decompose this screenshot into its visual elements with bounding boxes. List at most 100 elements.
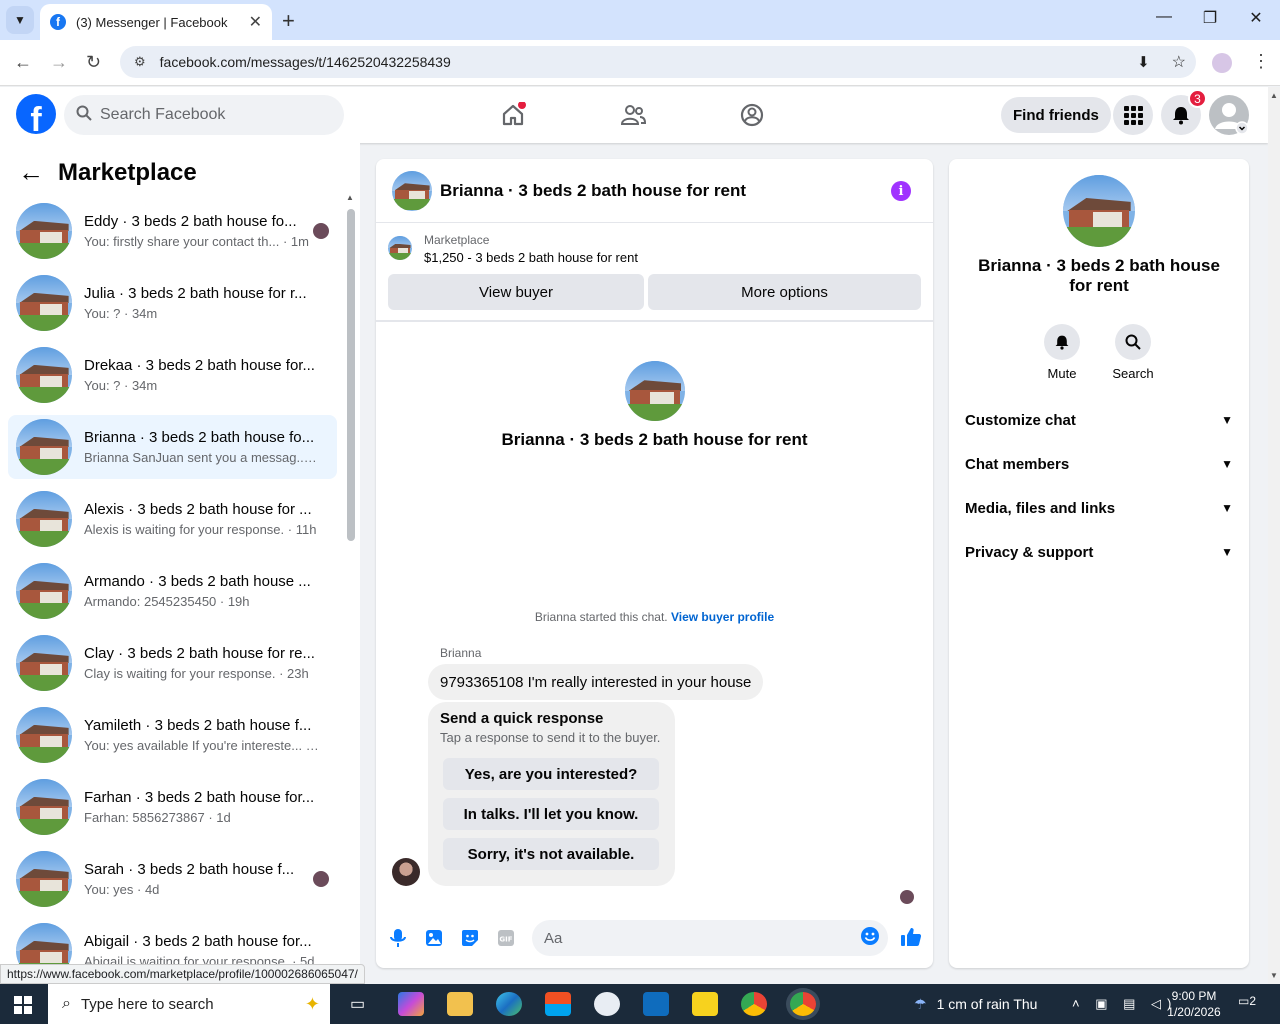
quick-response-talks-button[interactable]: In talks. I'll let you know. (443, 798, 659, 830)
gaming-icon[interactable] (736, 99, 768, 131)
chrome-active-icon[interactable] (790, 992, 816, 1016)
chat-avatar[interactable] (392, 170, 432, 211)
scroll-up-icon[interactable]: ▲ (1270, 91, 1278, 100)
microsoft-store-icon[interactable] (545, 992, 571, 1016)
conversation-item[interactable]: Alexis · 3 beds 2 bath house for ... Alex… (8, 487, 337, 551)
weather-widget[interactable]: ☂ 1 cm of rain Thu (914, 984, 1037, 1024)
listing-avatar (16, 203, 72, 259)
conversation-item[interactable]: Abigail · 3 beds 2 bath house for... Abig… (8, 919, 337, 968)
conversation-name: Farhan · 3 beds 2 bath house for... (84, 789, 315, 806)
info-icon[interactable]: i (891, 181, 911, 201)
view-buyer-button[interactable]: View buyer (388, 274, 644, 310)
listing-avatar (16, 635, 72, 691)
message-input-wrapper[interactable] (532, 920, 888, 956)
back-arrow-icon[interactable]: ← (18, 157, 44, 188)
sticky-notes-icon[interactable] (692, 992, 718, 1016)
conversation-item[interactable]: Yamileth · 3 beds 2 bath house f... You: … (8, 703, 337, 767)
scroll-down-icon[interactable]: ▼ (1270, 971, 1278, 980)
conversation-preview: You: yes · 4d (84, 882, 160, 897)
page-scrollbar[interactable]: ▲ ▼ (1268, 87, 1280, 984)
account-avatar[interactable] (1209, 95, 1249, 135)
windows-start-icon[interactable] (14, 996, 32, 1014)
forward-arrow-icon[interactable]: → (50, 52, 68, 73)
notifications-button[interactable]: 3 (1161, 89, 1207, 135)
facebook-search-input[interactable] (100, 106, 320, 124)
facebook-search[interactable] (64, 95, 344, 135)
message-bubble[interactable]: 9793365108 I'm really interested in your… (428, 664, 764, 700)
close-tab-icon[interactable]: ✕ (249, 12, 262, 32)
conversation-item[interactable]: Farhan · 3 beds 2 bath house for... Farha… (8, 775, 337, 839)
more-options-button[interactable]: More options (648, 274, 921, 310)
menu-grid-button[interactable] (1113, 95, 1153, 135)
listing-price[interactable]: $1,250 - 3 beds 2 bath house for rent (424, 250, 638, 265)
chat-title[interactable]: Brianna · 3 beds 2 bath house for rent (440, 181, 746, 201)
browser-tab[interactable]: f (3) Messenger | Facebook ✕ (40, 4, 272, 40)
conversation-name: Sarah · 3 beds 2 bath house f... (84, 861, 295, 878)
quick-response-unavailable-button[interactable]: Sorry, it's not available. (443, 838, 659, 870)
search-icon (1115, 324, 1151, 360)
profile-avatar-icon[interactable] (1212, 53, 1232, 73)
search-chat-button[interactable]: Search (1103, 324, 1163, 381)
install-app-icon[interactable]: ⬇ (1137, 53, 1150, 71)
mute-button[interactable]: Mute (1032, 324, 1092, 381)
quick-response-yes-button[interactable]: Yes, are you interested? (443, 758, 659, 790)
emoji-icon[interactable] (860, 926, 880, 951)
taskbar-search[interactable]: ⌕ Type here to search ✦ (48, 984, 330, 1024)
copilot-icon[interactable] (398, 992, 424, 1016)
restore-icon[interactable]: ❐ (1190, 8, 1230, 28)
conversation-item[interactable]: Julia · 3 beds 2 bath house for r... You:… (8, 271, 337, 335)
edge-icon[interactable] (496, 992, 522, 1016)
photo-icon[interactable] (424, 928, 444, 948)
home-icon[interactable] (497, 99, 529, 131)
find-friends-button[interactable]: Find friends (1001, 97, 1111, 133)
file-explorer-icon[interactable] (447, 992, 473, 1016)
conversation-item[interactable]: Armando · 3 beds 2 bath house ... Armando… (8, 559, 337, 623)
chat-members-section[interactable]: Chat members ▼ (965, 446, 1233, 482)
taskbar-search-placeholder: Type here to search (80, 995, 214, 1013)
thumbs-up-icon[interactable] (900, 926, 922, 948)
close-window-icon[interactable]: ✕ (1236, 8, 1276, 28)
snipping-tool-icon[interactable] (594, 992, 620, 1016)
friends-icon[interactable] (617, 99, 649, 131)
marketplace-title: ← Marketplace (18, 157, 197, 188)
privacy-support-section[interactable]: Privacy & support ▼ (965, 534, 1233, 570)
conversation-name: Julia · 3 beds 2 bath house for r... (84, 285, 307, 302)
reload-icon[interactable]: ↻ (86, 52, 101, 73)
sender-avatar[interactable] (392, 858, 420, 886)
browser-menu-icon[interactable]: ⋮ (1252, 51, 1270, 72)
conversation-item[interactable]: Sarah · 3 beds 2 bath house f... You: yes… (8, 847, 337, 911)
customize-chat-section[interactable]: Customize chat ▼ (965, 402, 1233, 438)
outlook-icon[interactable] (643, 992, 669, 1016)
notification-center-icon[interactable]: ▭2 (1238, 994, 1256, 1008)
section-label: Chat members (965, 455, 1070, 473)
tab-search-button[interactable]: ▼ (6, 6, 34, 34)
sticker-icon[interactable] (460, 928, 480, 948)
media-files-links-section[interactable]: Media, files and links ▼ (965, 490, 1233, 526)
rain-umbrella-icon: ☂ (914, 995, 927, 1012)
sidebar-scrollbar[interactable] (347, 209, 355, 541)
conversation-item[interactable]: Eddy · 3 beds 2 bath house fo... You: fir… (8, 199, 337, 263)
minimize-icon[interactable]: — (1144, 8, 1184, 26)
message-input[interactable] (544, 929, 844, 947)
conversation-preview: Brianna SanJuan sent you a messag... · 2… (84, 450, 319, 465)
back-arrow-icon[interactable]: ← (14, 52, 32, 73)
conversation-item[interactable]: Drekaa · 3 beds 2 bath house for... You: … (8, 343, 337, 407)
taskbar-clock[interactable]: 9:00 PM 1/20/2026 (1162, 988, 1226, 1020)
conversation-item[interactable]: Clay · 3 beds 2 bath house for re... Clay… (8, 631, 337, 695)
facebook-favicon-icon: f (50, 14, 66, 30)
chrome-icon[interactable] (741, 992, 767, 1016)
bookmark-star-icon[interactable]: ☆ (1172, 52, 1186, 72)
section-label: Customize chat (965, 411, 1076, 429)
conversation-item[interactable]: Brianna · 3 beds 2 bath house fo... Brian… (8, 415, 337, 479)
new-tab-button[interactable]: + (282, 8, 295, 34)
scroll-up-icon[interactable]: ▲ (346, 193, 354, 202)
microphone-icon[interactable] (388, 928, 408, 948)
facebook-logo-icon[interactable]: f (16, 94, 56, 134)
sidebar-title: Marketplace (58, 158, 197, 186)
view-buyer-profile-link[interactable]: View buyer profile (671, 610, 774, 624)
site-info-icon[interactable]: ⚙ (134, 54, 146, 70)
address-bar[interactable]: ⚙ facebook.com/messages/t/14625204322584… (120, 46, 1196, 78)
sender-name: Brianna (440, 646, 482, 660)
gif-icon[interactable]: GIF (496, 928, 516, 948)
task-view-icon[interactable]: ▭ (350, 994, 365, 1014)
